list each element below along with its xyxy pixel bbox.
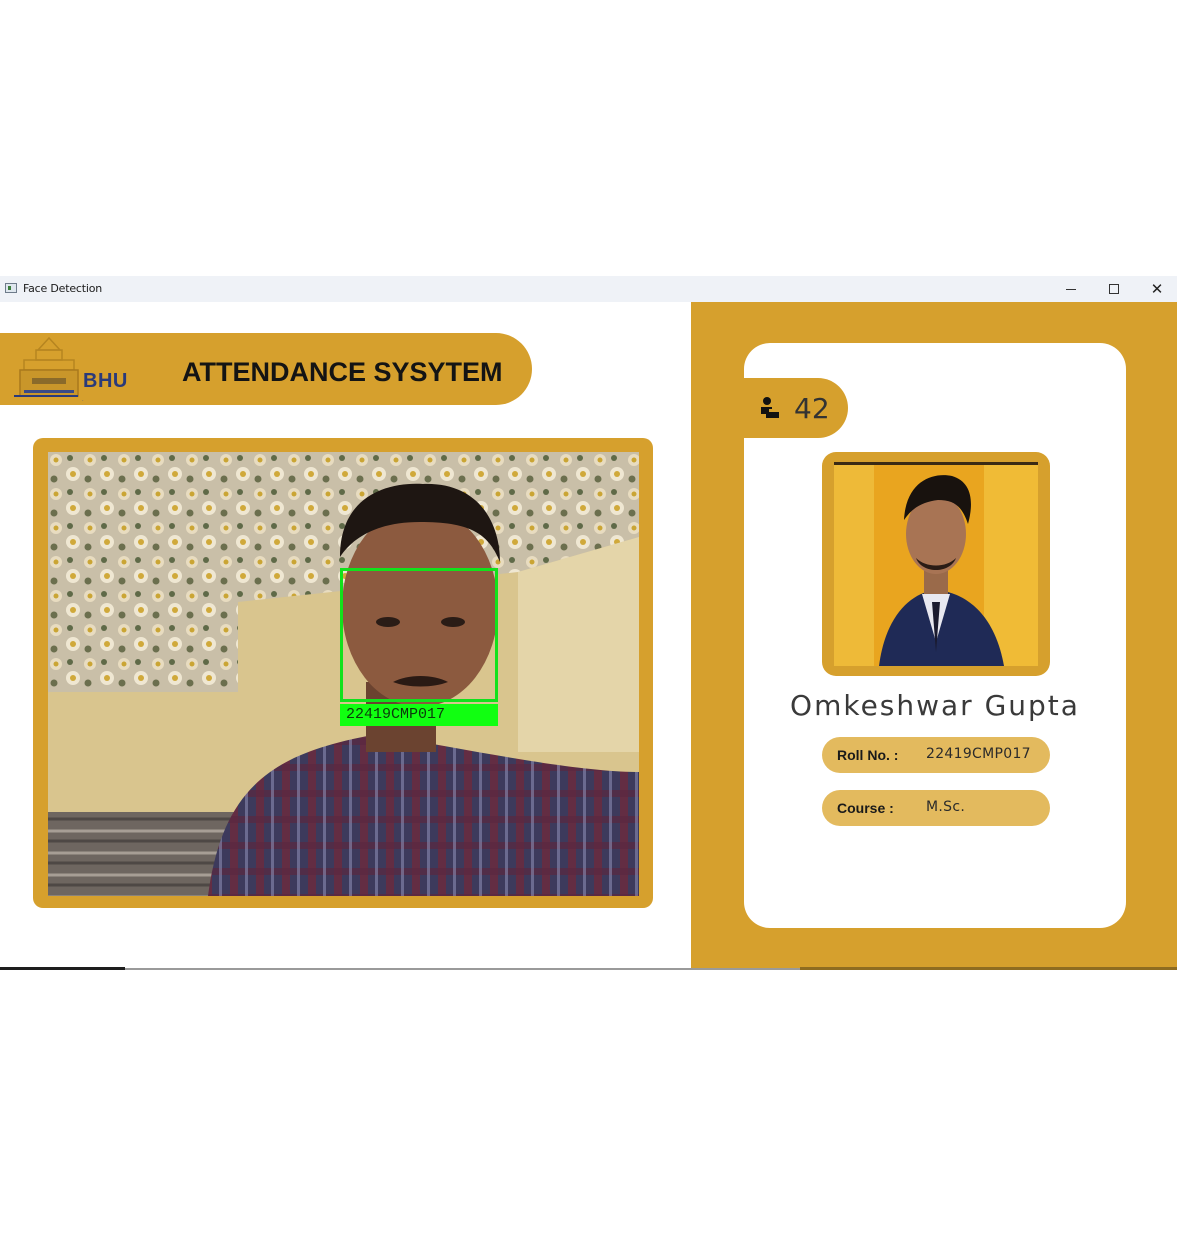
close-icon: ✕ [1150, 279, 1164, 298]
course-label: Course : [837, 800, 894, 816]
app-window-icon [5, 283, 17, 293]
roll-number-field: Roll No. : 22419CMP017 [822, 737, 1050, 773]
bottom-border-right [800, 967, 1177, 970]
bottom-border-left [0, 967, 125, 970]
student-name: Omkeshwar Gupta [790, 689, 1080, 722]
minimize-icon [1066, 288, 1076, 290]
title-bar[interactable]: Face Detection ✕ [0, 276, 1177, 302]
maximize-icon [1109, 284, 1119, 294]
page-title: ATTENDANCE SYSYTEM [182, 357, 503, 387]
face-detection-label: 22419CMP017 [340, 704, 498, 726]
face-detection-box [340, 568, 498, 702]
person-icon [761, 397, 779, 418]
svg-text:·: · [82, 398, 84, 404]
student-photo-image [834, 462, 1038, 666]
student-photo [834, 462, 1038, 666]
minimize-button[interactable] [1049, 276, 1093, 302]
roll-number-value: 22419CMP017 [926, 746, 1031, 762]
logo-text: BHU [83, 370, 128, 392]
window-title: Face Detection [23, 282, 103, 295]
close-button[interactable]: ✕ [1135, 276, 1177, 302]
face-detection-window: Face Detection ✕ · BHU ATTENDANCE SYSYTE… [0, 276, 1177, 970]
attendance-count: 42 [794, 392, 830, 425]
camera-feed: 22419CMP017 [48, 452, 639, 896]
maximize-button[interactable] [1092, 276, 1136, 302]
course-value: M.Sc. [926, 799, 966, 815]
main-content: · BHU ATTENDANCE SYSYTEM 22419CMP017 42 … [0, 302, 1177, 970]
course-field: Course : M.Sc. [822, 790, 1050, 826]
roll-number-label: Roll No. : [837, 747, 899, 763]
